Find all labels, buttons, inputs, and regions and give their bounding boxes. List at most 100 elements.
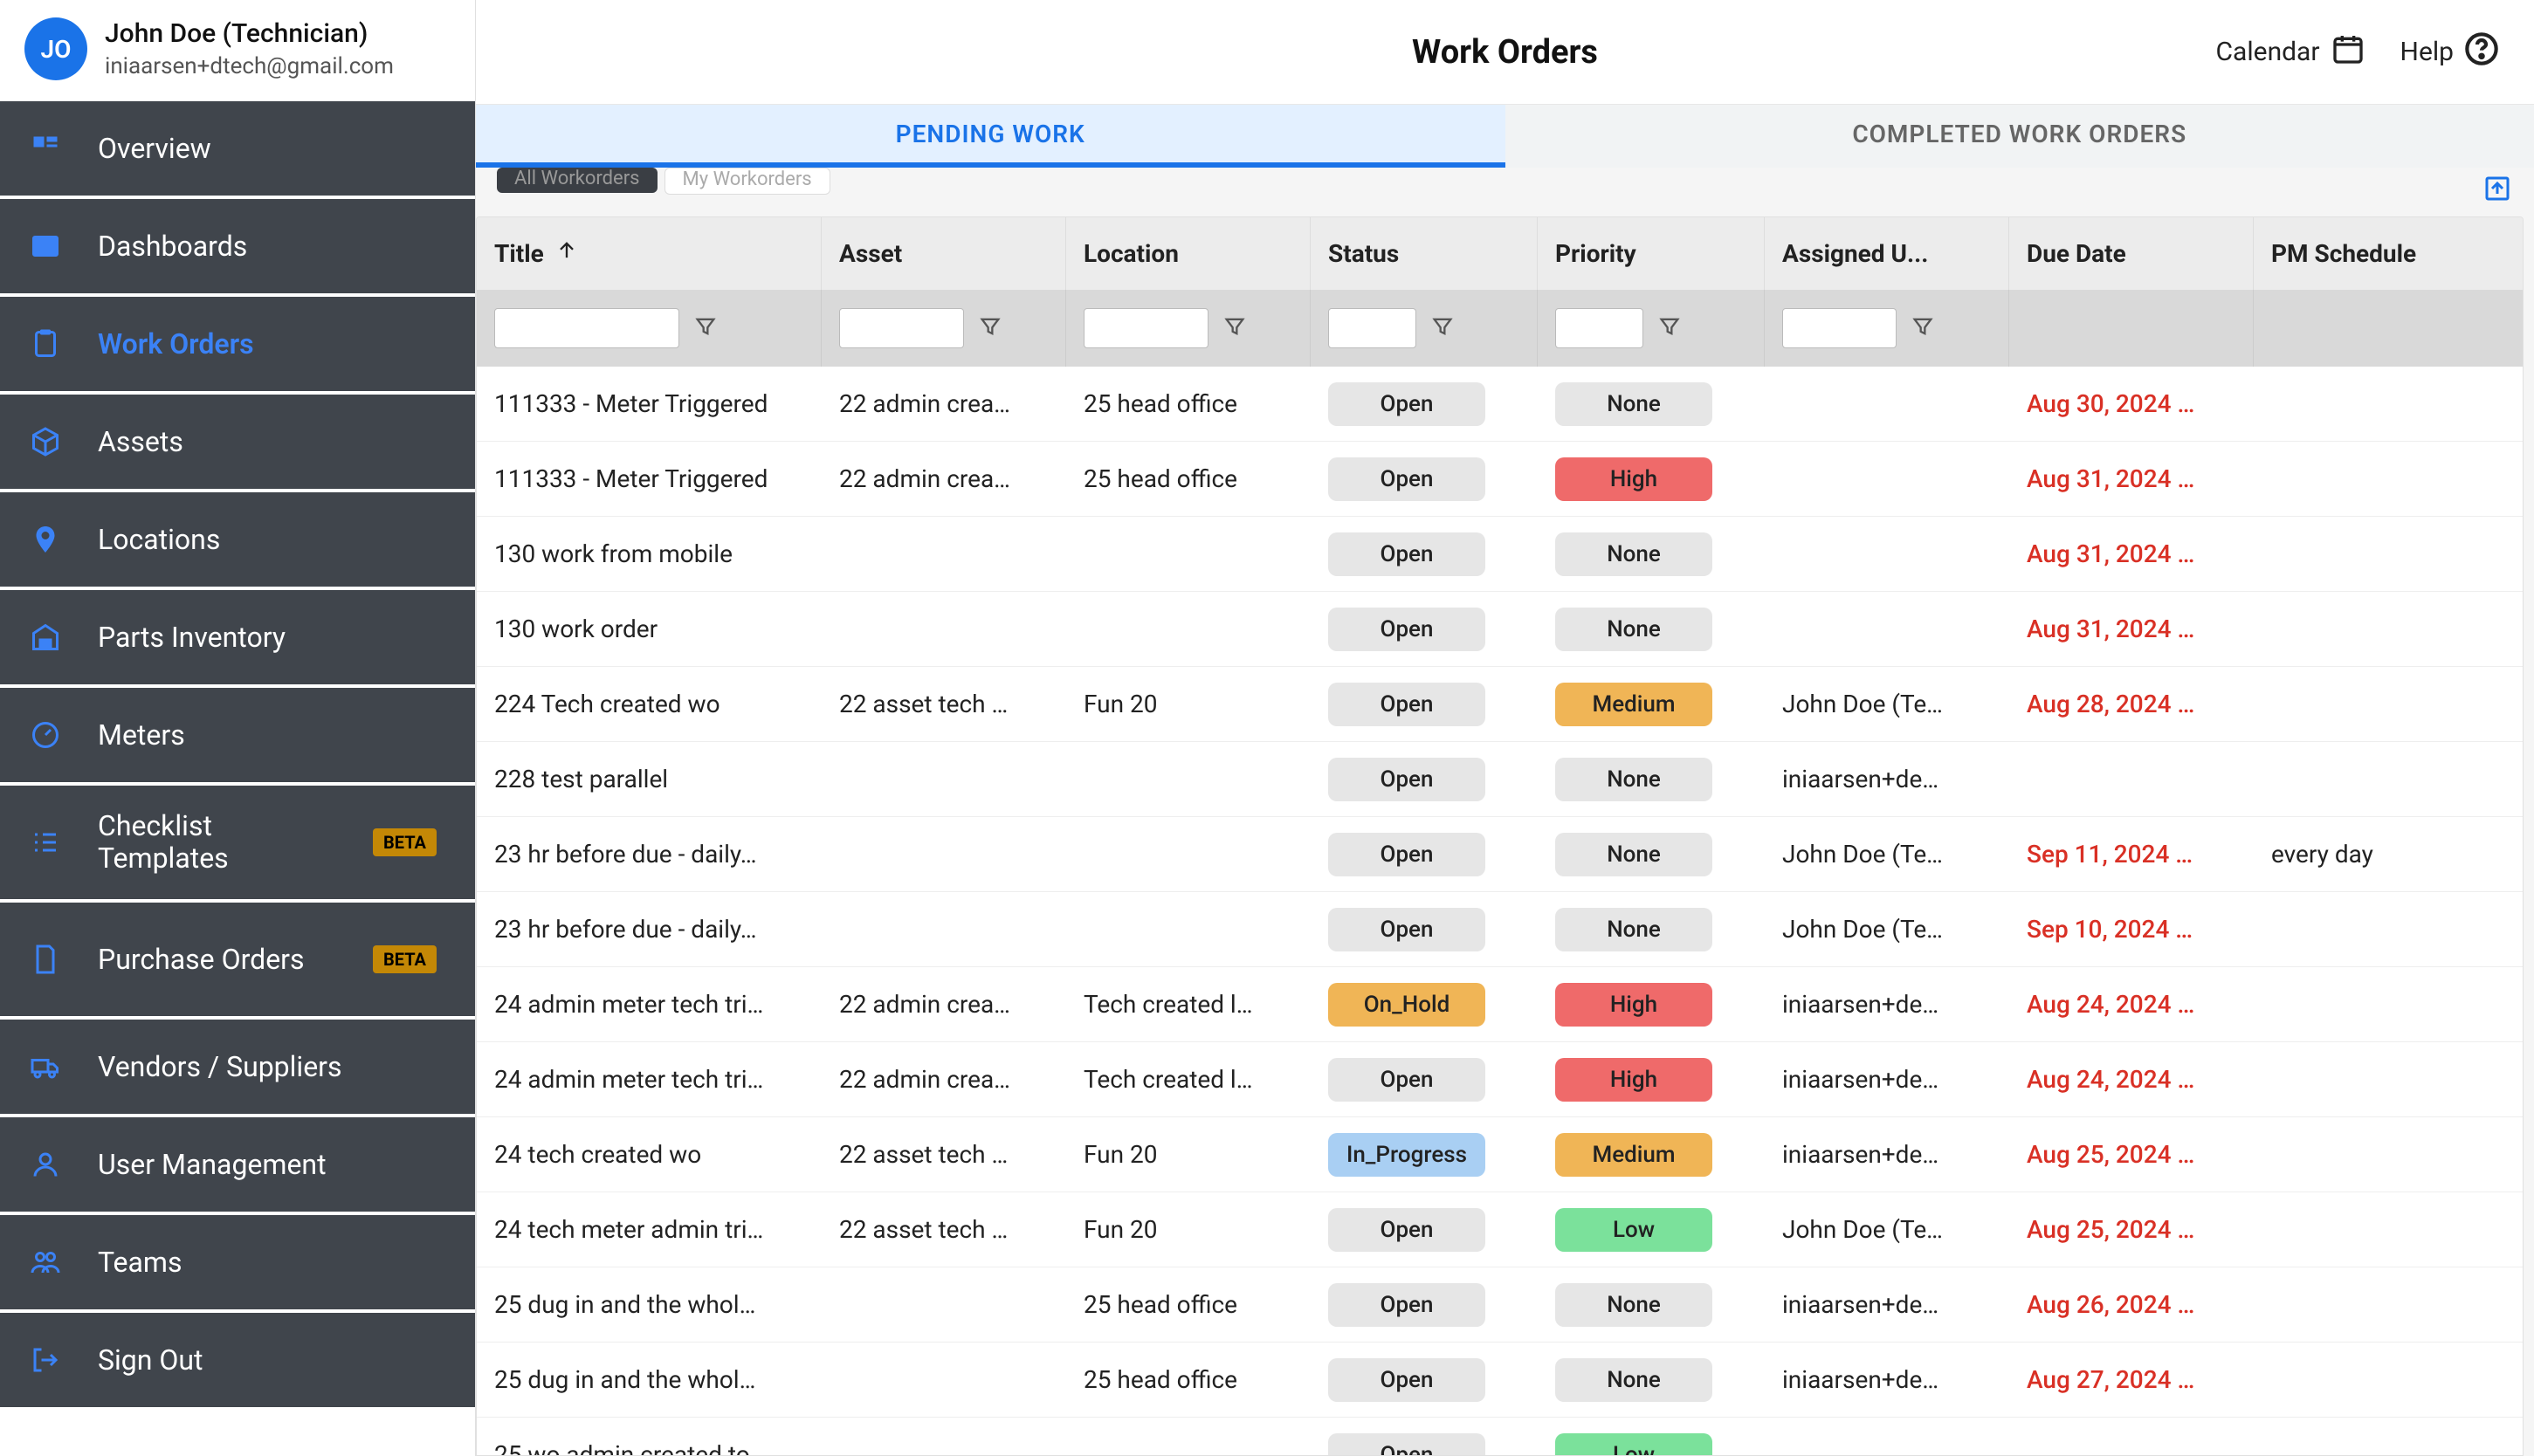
col-status[interactable]: Status: [1311, 217, 1538, 290]
cell: Open: [1311, 382, 1538, 426]
table-row[interactable]: 24 tech created wo22 asset tech …Fun 20I…: [477, 1117, 2523, 1192]
main-panel: Work Orders Calendar Help PENDING WORK C…: [476, 0, 2534, 1456]
profile-email: iniaarsen+dtech@gmail.com: [105, 53, 394, 79]
avatar[interactable]: JO: [24, 17, 87, 80]
table-row[interactable]: 111333 - Meter Triggered22 admin crea…25…: [477, 367, 2523, 442]
sidebar-item-purchase-orders[interactable]: Purchase Orders BETA: [0, 903, 475, 1016]
filter-input-asset[interactable]: [839, 308, 964, 348]
filter-input-priority[interactable]: [1555, 308, 1643, 348]
col-pm[interactable]: PM Schedule: [2254, 217, 2523, 290]
priority-badge: None: [1555, 1358, 1712, 1402]
table-row[interactable]: 23 hr before due - daily…OpenNoneJohn Do…: [477, 817, 2523, 892]
sidebar-item-overview[interactable]: Overview: [0, 101, 475, 196]
cell: Sep 11, 2024 …: [2009, 840, 2254, 869]
sidebar-item-user-management[interactable]: User Management: [0, 1117, 475, 1212]
table-row[interactable]: 224 Tech created wo22 asset tech …Fun 20…: [477, 667, 2523, 742]
sidebar-item-dashboards[interactable]: Dashboards: [0, 199, 475, 293]
filter-icon[interactable]: [1657, 314, 1682, 342]
checklist-icon: [28, 825, 63, 860]
table-row[interactable]: 23 hr before due - daily…OpenNoneJohn Do…: [477, 892, 2523, 967]
table-filter-row: [477, 290, 2523, 367]
cell: Tech created l…: [1066, 1065, 1311, 1094]
cell: None: [1538, 833, 1765, 876]
col-priority[interactable]: Priority: [1538, 217, 1765, 290]
cell: Aug 30, 2024 …: [2009, 389, 2254, 418]
cell: 111333 - Meter Triggered: [477, 389, 822, 418]
page-title: Work Orders: [1412, 33, 1598, 72]
filter-input-location[interactable]: [1084, 308, 1208, 348]
table-row[interactable]: 130 work orderOpenNoneAug 31, 2024 …: [477, 592, 2523, 667]
cell: 22 admin crea…: [822, 990, 1066, 1019]
priority-badge: None: [1555, 1283, 1712, 1327]
cell: Tech created l…: [1066, 990, 1311, 1019]
sidebar-item-label: Parts Inventory: [98, 622, 447, 654]
sidebar-item-assets[interactable]: Assets: [0, 395, 475, 489]
sidebar-item-label: Locations: [98, 524, 447, 556]
cell: iniaarsen+de…: [1765, 1290, 2009, 1319]
table-row[interactable]: 25 dug in and the whol…25 head officeOpe…: [477, 1267, 2523, 1343]
table-row[interactable]: 130 work from mobileOpenNoneAug 31, 2024…: [477, 517, 2523, 592]
col-label: Assigned U...: [1782, 239, 1928, 268]
cell: John Doe (Te…: [1765, 915, 2009, 944]
table-row[interactable]: 25 dug in and the whol…25 head officeOpe…: [477, 1343, 2523, 1418]
cell: John Doe (Te…: [1765, 840, 2009, 869]
table-row[interactable]: 111333 - Meter Triggered22 admin crea…25…: [477, 442, 2523, 517]
filter-priority: [1538, 290, 1765, 367]
beta-badge: BETA: [373, 828, 437, 856]
sidebar-item-label: Sign Out: [98, 1344, 447, 1377]
filter-icon[interactable]: [978, 314, 1002, 342]
filter-icon[interactable]: [1911, 314, 1935, 342]
filter-input-status[interactable]: [1328, 308, 1416, 348]
filter-input-assigned[interactable]: [1782, 308, 1897, 348]
filter-icon[interactable]: [1430, 314, 1455, 342]
subtab-my[interactable]: My Workorders: [664, 168, 830, 195]
cell: Aug 31, 2024 …: [2009, 464, 2254, 493]
tab-pending[interactable]: PENDING WORK: [476, 105, 1505, 168]
col-label: Asset: [839, 239, 902, 268]
col-due[interactable]: Due Date: [2009, 217, 2254, 290]
col-location[interactable]: Location: [1066, 217, 1311, 290]
clipboard-icon: [28, 326, 63, 361]
cell: 25 dug in and the whol…: [477, 1365, 822, 1394]
col-assigned[interactable]: Assigned U...: [1765, 217, 2009, 290]
help-button[interactable]: Help: [2400, 31, 2499, 73]
cell: 228 test parallel: [477, 765, 822, 793]
priority-badge: None: [1555, 382, 1712, 426]
col-asset[interactable]: Asset: [822, 217, 1066, 290]
sidebar-item-teams[interactable]: Teams: [0, 1215, 475, 1309]
sidebar-item-label: Assets: [98, 426, 447, 458]
priority-badge: High: [1555, 457, 1712, 501]
table-row[interactable]: 24 admin meter tech tri…22 admin crea…Te…: [477, 967, 2523, 1042]
filter-icon[interactable]: [693, 314, 718, 342]
filter-icon[interactable]: [1222, 314, 1247, 342]
table-row[interactable]: 228 test parallelOpenNoneiniaarsen+de…: [477, 742, 2523, 817]
priority-badge: Medium: [1555, 683, 1712, 726]
calendar-button[interactable]: Calendar: [2216, 31, 2365, 73]
cell: Low: [1538, 1433, 1765, 1456]
cell: Open: [1311, 457, 1538, 501]
status-badge: Open: [1328, 532, 1485, 576]
table-row[interactable]: 25 wo admin created toOpenLow: [477, 1418, 2523, 1456]
export-button[interactable]: [2482, 173, 2513, 208]
subtab-all[interactable]: All Workorders: [497, 168, 658, 193]
table-row[interactable]: 24 tech meter admin tri…22 asset tech …F…: [477, 1192, 2523, 1267]
tabs: PENDING WORK COMPLETED WORK ORDERS: [476, 105, 2534, 168]
status-badge: Open: [1328, 683, 1485, 726]
sidebar-item-parts[interactable]: Parts Inventory: [0, 590, 475, 684]
cell: 22 admin crea…: [822, 1065, 1066, 1094]
sidebar-item-checklists[interactable]: Checklist Templates BETA: [0, 786, 475, 899]
filter-input-title[interactable]: [494, 308, 679, 348]
sidebar-item-work-orders[interactable]: Work Orders: [0, 297, 475, 391]
cell: 224 Tech created wo: [477, 690, 822, 718]
table-row[interactable]: 24 admin meter tech tri…22 admin crea…Te…: [477, 1042, 2523, 1117]
sidebar-item-signout[interactable]: Sign Out: [0, 1313, 475, 1407]
tab-completed[interactable]: COMPLETED WORK ORDERS: [1505, 105, 2534, 168]
table-body: 111333 - Meter Triggered 22 admin crea… 25…: [477, 367, 2523, 1456]
col-label: PM Schedule: [2271, 239, 2416, 268]
sidebar-item-vendors[interactable]: Vendors / Suppliers: [0, 1020, 475, 1114]
cell: Medium: [1538, 683, 1765, 726]
sidebar-item-locations[interactable]: Locations: [0, 492, 475, 587]
priority-badge: High: [1555, 983, 1712, 1027]
sidebar-item-meters[interactable]: Meters: [0, 688, 475, 782]
col-title[interactable]: Title: [477, 217, 822, 290]
